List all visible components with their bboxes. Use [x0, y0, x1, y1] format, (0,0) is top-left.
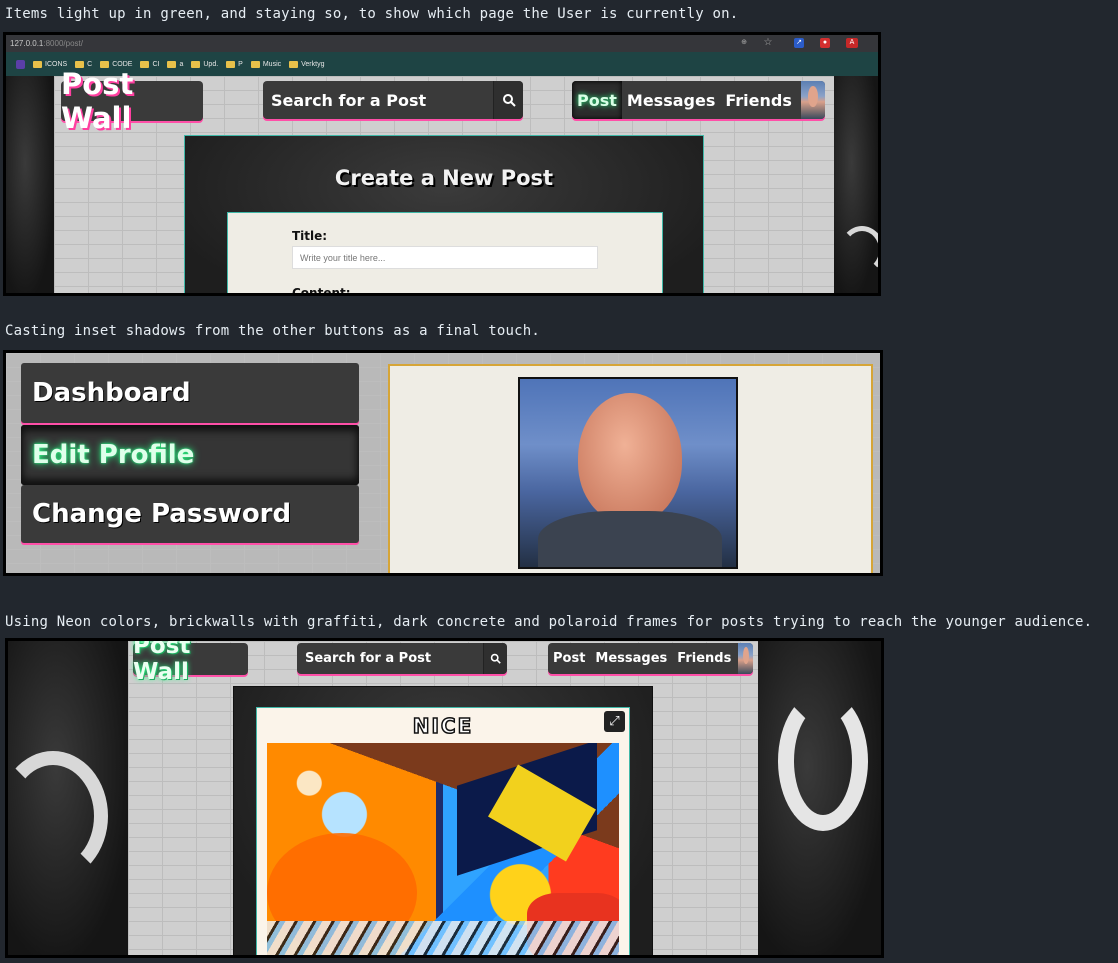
browser-address-bar[interactable]: 127.0.0.1:8000/post/ ⊕ ☆ ↗ ● A: [6, 35, 878, 52]
url-path: :8000/post/: [43, 39, 83, 48]
search-bar[interactable]: Search for a Post: [263, 81, 523, 119]
avatar[interactable]: [800, 81, 825, 119]
post-title: NICE: [412, 713, 474, 739]
graffiti-swirl: [8, 751, 108, 881]
adblock-icon[interactable]: A: [846, 38, 858, 48]
site-logo[interactable]: Post Wall: [133, 641, 248, 685]
folder-icon: [250, 60, 260, 68]
avatar[interactable]: [738, 643, 753, 674]
nav-post[interactable]: Post: [572, 81, 622, 119]
profile-card: [388, 364, 873, 573]
nav-post[interactable]: Post: [548, 643, 590, 674]
folder-icon: [226, 60, 236, 68]
profile-photo-shoulders: [538, 511, 722, 567]
left-wall: [8, 641, 128, 955]
folder-icon: [33, 60, 42, 68]
search-button[interactable]: [493, 81, 523, 119]
post-image[interactable]: [267, 743, 619, 955]
caption-3: Using Neon colors, brickwalls with graff…: [5, 614, 1093, 630]
graffiti-letter: [778, 691, 868, 831]
left-wall: [6, 76, 54, 293]
bookmark-app-icon[interactable]: [16, 59, 25, 69]
search-bar[interactable]: Search for a Post: [297, 643, 507, 674]
search-input[interactable]: Search for a Post: [297, 651, 483, 666]
menu-edit-profile[interactable]: Edit Profile: [21, 425, 359, 485]
bookmark-folder[interactable]: P: [226, 60, 243, 68]
screenshot-dashboard: Dashboard Edit Profile Change Password: [3, 350, 883, 576]
nav-messages[interactable]: Messages: [590, 643, 672, 674]
caption-2: Casting inset shadows from the other but…: [5, 323, 540, 339]
menu-change-password[interactable]: Change Password: [21, 485, 359, 543]
screenshot-post-wall: Post Wall Search for a Post Post Message…: [5, 638, 884, 958]
expand-icon[interactable]: ⤢: [604, 711, 625, 732]
profile-photo: [518, 377, 738, 569]
graffiti-swirl: [840, 226, 878, 274]
caption-1: Items light up in green, and staying so,…: [5, 6, 739, 22]
screenshot-create-post: 127.0.0.1:8000/post/ ⊕ ☆ ↗ ● A ICONS C C…: [3, 32, 881, 296]
search-button[interactable]: [483, 643, 507, 674]
right-wall: [758, 641, 881, 955]
create-post-heading: Create a New Post: [334, 166, 554, 190]
content-label: Content:: [292, 286, 351, 296]
right-wall: [834, 76, 878, 293]
post-feed-panel: NICE ⤢: [233, 686, 653, 955]
graffiti-tags: [267, 921, 619, 955]
search-input[interactable]: Search for a Post: [263, 91, 493, 110]
post-form: Title: Write your title here... Content:: [227, 212, 663, 296]
main-nav: Post Messages Friends: [548, 643, 753, 674]
bookmark-folder[interactable]: Verktyg: [289, 60, 324, 68]
menu-dashboard[interactable]: Dashboard: [21, 363, 359, 423]
create-post-panel: Create a New Post Title: Write your titl…: [184, 135, 704, 296]
extension-icon[interactable]: ●: [820, 38, 830, 48]
nav-messages[interactable]: Messages: [622, 81, 720, 119]
title-input[interactable]: Write your title here...: [292, 246, 598, 269]
nav-friends[interactable]: Friends: [720, 81, 797, 119]
star-icon[interactable]: ☆: [763, 38, 773, 48]
main-nav: Post Messages Friends: [572, 81, 825, 119]
search-icon: [502, 94, 516, 107]
url-host: 127.0.0.1: [10, 39, 44, 48]
site-logo[interactable]: Post Wall: [61, 67, 203, 135]
profile-photo-face: [578, 393, 682, 523]
zoom-icon[interactable]: ⊕: [739, 38, 749, 48]
post-polaroid: NICE ⤢: [256, 707, 630, 955]
search-icon: [490, 653, 501, 664]
title-label: Title:: [292, 229, 328, 243]
bookmark-folder[interactable]: Music: [250, 60, 281, 68]
extension-icon[interactable]: ↗: [794, 38, 804, 48]
folder-icon: [289, 60, 299, 68]
nav-friends[interactable]: Friends: [672, 643, 736, 674]
